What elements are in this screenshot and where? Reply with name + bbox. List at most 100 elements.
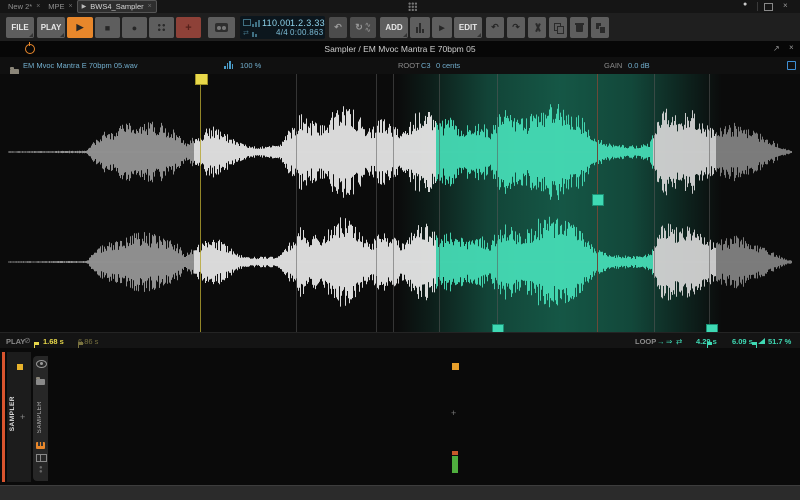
slice-marker[interactable]: [654, 74, 656, 332]
root-note-value[interactable]: C3: [421, 61, 431, 70]
loop-toggle-icon[interactable]: [243, 19, 251, 26]
loop-end-value[interactable]: 6.09 s: [732, 337, 753, 346]
play-icon: ▶: [76, 22, 84, 32]
edit-label: EDIT: [458, 23, 478, 32]
project-tab-new2[interactable]: New 2* ×: [4, 0, 44, 13]
fit-selection-icon[interactable]: [787, 61, 796, 70]
window-close-icon[interactable]: ×: [783, 1, 788, 10]
add-track-button[interactable]: ADD: [380, 17, 408, 38]
project-tab-mpe[interactable]: MPE ×: [44, 0, 76, 13]
edit-menu-button[interactable]: EDIT: [454, 17, 482, 38]
slice-marker[interactable]: [439, 74, 441, 332]
tab-label: New 2*: [8, 2, 33, 11]
zoom-fit-icon[interactable]: [224, 61, 233, 69]
zoom-value[interactable]: 100 %: [240, 61, 261, 70]
sampler-close-icon[interactable]: ×: [789, 43, 794, 52]
crossfade-ramp-icon[interactable]: [758, 338, 765, 344]
divider: [757, 2, 758, 11]
groove-button[interactable]: [149, 17, 174, 38]
grid-icon[interactable]: [36, 454, 47, 462]
sampler-window-titlebar[interactable]: Sampler / EM Mvoc Mantra E 70bpm 05 ↗ ×: [0, 41, 800, 58]
time-value[interactable]: 0:00.863: [290, 28, 323, 37]
loop-start-handle[interactable]: [492, 324, 505, 332]
follow-playhead-button[interactable]: ▶: [432, 17, 452, 38]
sample-file-name[interactable]: EM Mvoc Mantra E 70bpm 05.wav: [23, 61, 138, 70]
undo-arrow-icon: ↶: [334, 22, 342, 32]
plus-icon: +: [185, 21, 192, 34]
keyboard-icon[interactable]: [36, 442, 45, 449]
add-device-plus-icon[interactable]: +: [20, 412, 25, 422]
crossfade-value[interactable]: 51.7 %: [768, 337, 791, 346]
play-icon: ▶: [81, 4, 87, 10]
add-next-device-icon[interactable]: +: [451, 408, 456, 418]
undo-history-button[interactable]: ↶: [329, 17, 347, 38]
maximize-icon[interactable]: [764, 3, 773, 11]
file-label: FILE: [11, 23, 29, 32]
popout-icon[interactable]: ↗: [773, 44, 780, 53]
gain-value[interactable]: 0.0 dB: [628, 61, 650, 70]
position-value[interactable]: 1.2.3.33: [290, 18, 325, 28]
shuffle-icon[interactable]: ⇄: [243, 29, 249, 37]
slice-marker[interactable]: [295, 74, 297, 332]
record-button[interactable]: ●: [122, 17, 147, 38]
loop-icon: ↻: [355, 22, 363, 32]
loop-mode-off-icon[interactable]: →: [657, 337, 665, 346]
track-header[interactable]: SAMPLER +: [7, 352, 31, 482]
loop-mode-on-icon[interactable]: ⇒: [666, 337, 672, 346]
play-label: PLAY: [40, 23, 62, 32]
track-color-strip: [2, 352, 5, 482]
copy-button[interactable]: [549, 17, 567, 38]
no-marker-icon[interactable]: ⊘: [24, 336, 31, 345]
close-icon[interactable]: ×: [36, 3, 40, 10]
crossfade-handle[interactable]: [591, 194, 604, 206]
close-icon[interactable]: ×: [69, 3, 73, 10]
tempo-value[interactable]: 110.00: [262, 18, 290, 28]
play-menu-button[interactable]: PLAY: [37, 17, 65, 38]
timesig-value[interactable]: 4/4: [262, 28, 288, 37]
device-panel: SAMPLER + SAMPLER ● ● +: [0, 348, 800, 485]
slice-marker[interactable]: [497, 74, 499, 332]
duplicate-button[interactable]: [591, 17, 609, 38]
split-button[interactable]: [528, 17, 546, 38]
mixer-bars-icon: [416, 22, 424, 33]
preset-folder-icon[interactable]: [36, 377, 45, 385]
overdub-button[interactable]: +: [176, 17, 201, 38]
transport-display[interactable]: ⇄ 110.00 4/4 1.2.3.33 0:00.863: [240, 16, 325, 39]
punch-out-icon: ∿: [364, 26, 371, 34]
undo-button[interactable]: ↶: [486, 17, 504, 38]
play-start-value[interactable]: 1.68 s: [43, 337, 64, 346]
redo-button[interactable]: ↷: [507, 17, 525, 38]
dashboard-dots-icon[interactable]: [408, 2, 417, 11]
waveform-display[interactable]: [0, 74, 800, 332]
close-icon[interactable]: ×: [148, 3, 152, 10]
track-activity-led: [17, 364, 23, 370]
mixer-view-button[interactable]: [410, 17, 430, 38]
slice-marker[interactable]: [708, 74, 710, 332]
bitwig-window: New 2* × MPE × ▶ BWS4_Sampler × ● × FILE…: [0, 0, 800, 500]
drag-dots-icon: ● ●: [39, 465, 43, 475]
root-cents-value[interactable]: 0 cents: [436, 61, 460, 70]
stop-button[interactable]: ■: [95, 17, 120, 38]
record-icon: ●: [131, 22, 138, 33]
device-side-tab[interactable]: SAMPLER ● ●: [33, 356, 48, 481]
controller-button[interactable]: [208, 17, 235, 38]
play-end-value[interactable]: 6.86 s: [78, 337, 98, 346]
loop-start-value[interactable]: 4.29 s: [696, 337, 717, 346]
eye-icon[interactable]: [36, 360, 47, 368]
groove-dots-icon: [157, 23, 166, 32]
redo-icon: ↷: [512, 22, 520, 32]
controller-icon: [215, 23, 228, 32]
file-menu-button[interactable]: FILE: [6, 17, 34, 38]
loop-end-handle[interactable]: [706, 324, 719, 332]
play-button[interactable]: ▶: [67, 17, 93, 38]
gain-label: GAIN: [604, 61, 623, 70]
slice-marker[interactable]: [392, 74, 394, 332]
delete-button[interactable]: [570, 17, 588, 38]
punch-loop-button[interactable]: ↻ ∿ ∿: [350, 17, 376, 38]
loop-pingpong-icon[interactable]: ⇄: [676, 337, 682, 346]
slice-marker[interactable]: [375, 74, 377, 332]
window-dot-icon[interactable]: ●: [743, 1, 747, 8]
play-start-handle[interactable]: [195, 74, 209, 85]
project-tab-bws4-sampler[interactable]: ▶ BWS4_Sampler ×: [76, 0, 157, 13]
device-name-vertical: SAMPLER: [37, 401, 43, 434]
